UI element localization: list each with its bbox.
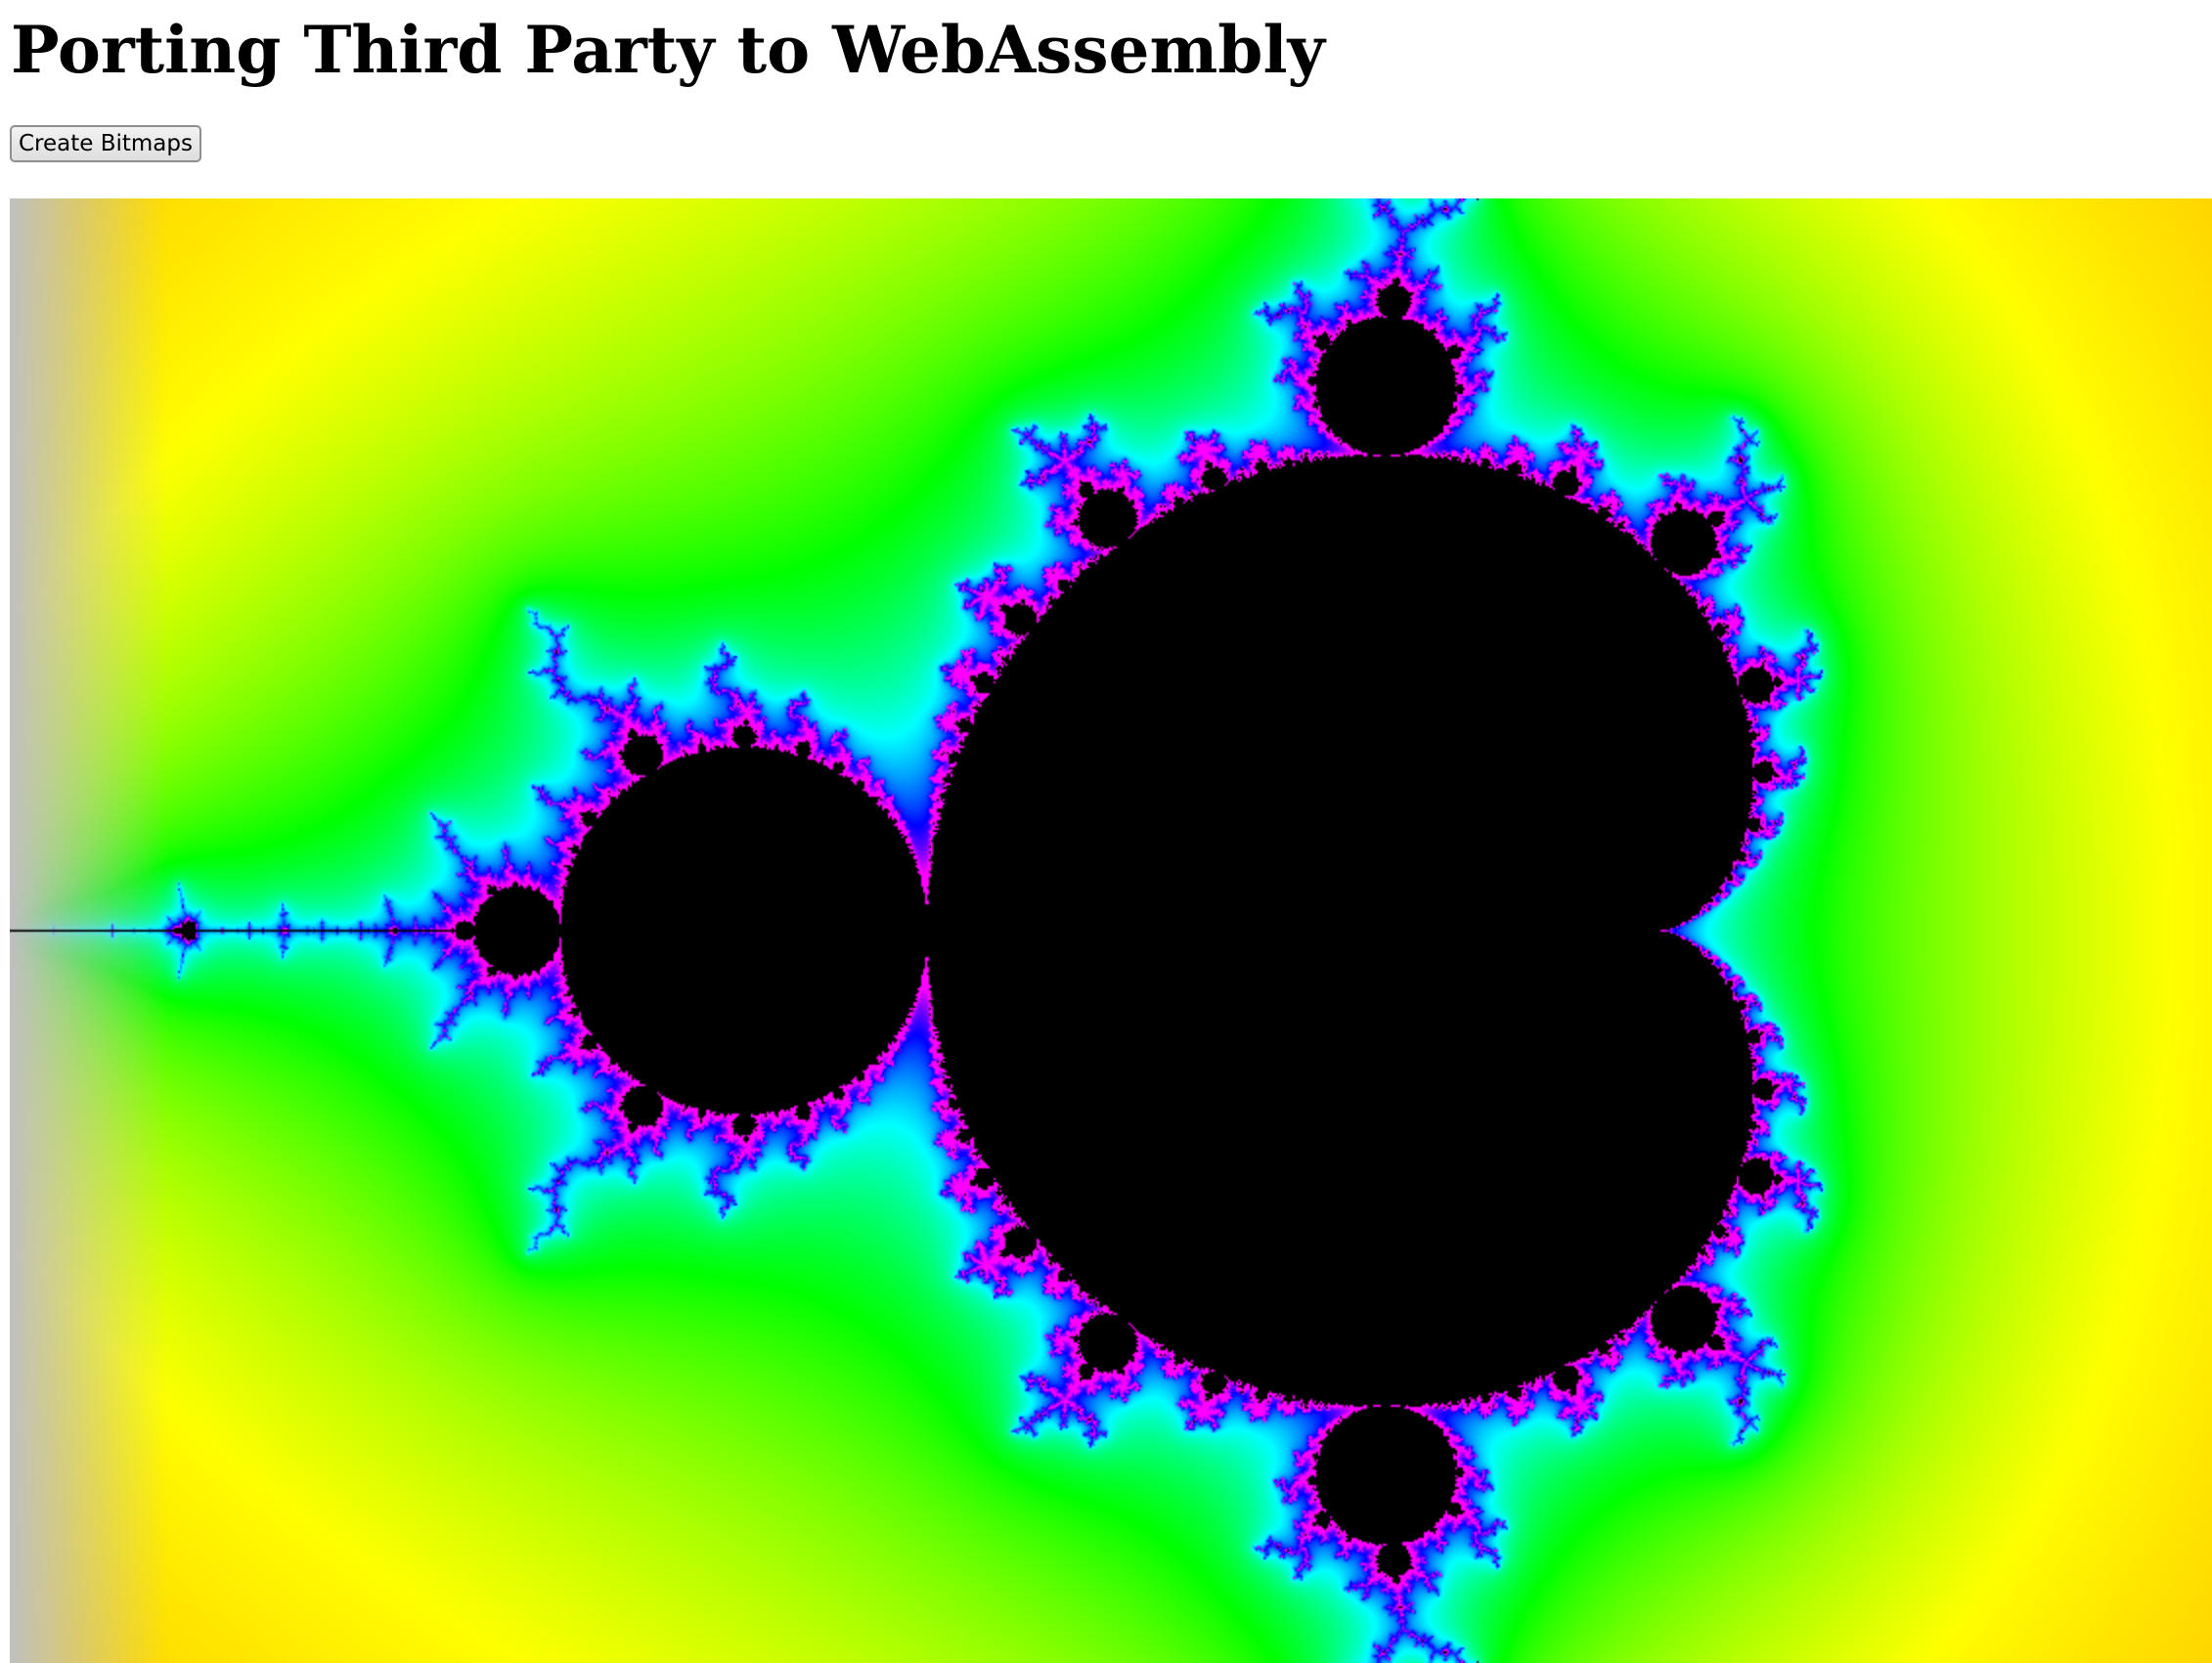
mandelbrot-bitmap xyxy=(10,198,2212,1663)
page-title: Porting Third Party to WebAssembly xyxy=(11,12,1325,88)
fractal-canvas-container xyxy=(10,198,2212,1663)
create-bitmaps-button[interactable]: Create Bitmaps xyxy=(10,125,201,162)
